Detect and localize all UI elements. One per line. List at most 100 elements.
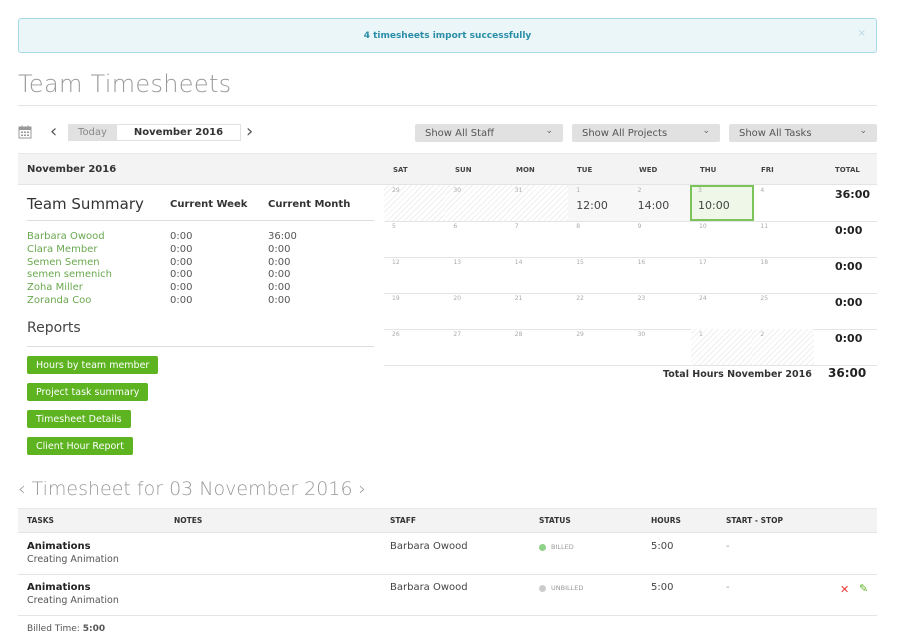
day-of-week-header: MON bbox=[516, 166, 535, 174]
calendar-day[interactable]: 1 bbox=[691, 329, 753, 365]
calendar-day[interactable]: 6 bbox=[445, 221, 507, 257]
team-member-link[interactable]: Semen Semen bbox=[27, 257, 100, 268]
edit-pencil-icon[interactable]: ✎ bbox=[859, 582, 868, 595]
chevron-down-icon: ⌄ bbox=[859, 126, 867, 136]
day-number: 21 bbox=[514, 295, 523, 302]
day-number: 1 bbox=[699, 331, 703, 338]
next-month-button[interactable]: › bbox=[246, 121, 253, 142]
calendar-day[interactable]: 22 bbox=[568, 293, 630, 329]
client-hour-report-button[interactable]: Client Hour Report bbox=[27, 437, 133, 455]
calendar-day[interactable]: 13 bbox=[445, 257, 507, 293]
current-month-header: Current Month bbox=[268, 199, 351, 210]
calendar-day[interactable]: 30 bbox=[445, 185, 508, 221]
day-number: 17 bbox=[699, 259, 707, 266]
calendar-day[interactable]: 14 bbox=[507, 257, 569, 293]
calendar-day[interactable]: 4 bbox=[752, 185, 814, 221]
day-number: 11 bbox=[760, 223, 769, 230]
delete-icon[interactable]: ✕ bbox=[840, 583, 849, 596]
calendar-day[interactable]: 16 bbox=[630, 257, 692, 293]
staff-name: Barbara Owood bbox=[390, 541, 468, 552]
calendar-day[interactable]: 10 bbox=[691, 221, 753, 257]
day-number: 9 bbox=[637, 223, 642, 230]
calendar-day[interactable]: 7 bbox=[507, 221, 569, 257]
subtask-name: Creating Animation bbox=[27, 595, 119, 606]
alert-message: 4 timesheets import successfully bbox=[363, 30, 532, 41]
day-number: 7 bbox=[514, 223, 519, 230]
tasks-filter-select[interactable]: Show All Tasks ⌄ bbox=[729, 124, 877, 142]
calendar-day[interactable]: 17 bbox=[691, 257, 753, 293]
prev-day-button[interactable]: ‹ bbox=[18, 478, 26, 500]
total-column-header: TOTAL bbox=[835, 166, 860, 174]
today-button[interactable]: Today bbox=[68, 124, 117, 141]
calendar-day[interactable]: 24 bbox=[691, 293, 753, 329]
current-month-field[interactable]: November 2016 bbox=[117, 124, 241, 141]
calendar-day[interactable]: 19 bbox=[384, 293, 446, 329]
calendar-day[interactable]: 15 bbox=[568, 257, 630, 293]
col-tasks: TASKS bbox=[27, 516, 54, 525]
day-number: 25 bbox=[760, 295, 769, 302]
day-of-week-header: SAT bbox=[393, 166, 408, 174]
row-divider bbox=[18, 615, 877, 616]
next-day-button[interactable]: › bbox=[359, 478, 367, 500]
day-number: 19 bbox=[392, 295, 400, 302]
calendar-icon[interactable] bbox=[18, 125, 32, 139]
calendar-day-selected[interactable]: 3 10:00 bbox=[690, 185, 754, 221]
team-member-link[interactable]: Clara Member bbox=[27, 244, 97, 255]
calendar-day[interactable]: 9 bbox=[630, 221, 692, 257]
task-name: Animations bbox=[27, 582, 91, 593]
calendar-day[interactable]: 12 bbox=[384, 257, 446, 293]
projects-filter-select[interactable]: Show All Projects ⌄ bbox=[572, 124, 720, 142]
prev-month-button[interactable]: ‹ bbox=[50, 121, 57, 142]
reports-divider bbox=[27, 346, 374, 347]
calendar-day[interactable]: 18 bbox=[752, 257, 814, 293]
member-week-hours: 0:00 bbox=[170, 269, 193, 281]
timesheet-details-button[interactable]: Timesheet Details bbox=[27, 410, 131, 428]
day-number: 27 bbox=[453, 331, 462, 338]
calendar-day[interactable]: 21 bbox=[507, 293, 569, 329]
calendar-day[interactable]: 28 bbox=[507, 329, 569, 365]
col-start-stop: START - STOP bbox=[726, 516, 784, 525]
calendar-day[interactable]: 31 bbox=[506, 185, 569, 221]
team-member-link[interactable]: Zoha Miller bbox=[27, 282, 83, 293]
staff-filter-label: Show All Staff bbox=[425, 127, 495, 139]
status-label: BILLED bbox=[551, 543, 574, 551]
calendar-day[interactable]: 29 bbox=[384, 185, 446, 221]
start-stop-value: - bbox=[726, 541, 730, 552]
day-number: 14 bbox=[514, 259, 523, 266]
calendar-day[interactable]: 11 bbox=[752, 221, 814, 257]
col-hours: HOURS bbox=[651, 516, 681, 525]
subtask-name: Creating Animation bbox=[27, 554, 119, 565]
hours-by-team-member-button[interactable]: Hours by team member bbox=[27, 356, 159, 374]
status-dot bbox=[539, 543, 546, 551]
calendar-day[interactable]: 5 bbox=[384, 221, 446, 257]
team-summary-title: Team Summary bbox=[27, 195, 144, 213]
calendar-day[interactable]: 2 14:00 bbox=[629, 185, 692, 221]
calendar-day[interactable]: 27 bbox=[445, 329, 507, 365]
week-total: 0:00 bbox=[835, 296, 863, 309]
page-title: Team Timesheets bbox=[18, 70, 232, 98]
member-month-hours: 0:00 bbox=[268, 243, 291, 255]
calendar-day[interactable]: 8 bbox=[568, 221, 630, 257]
calendar-day[interactable]: 30 bbox=[630, 329, 692, 365]
calendar-day[interactable]: 20 bbox=[445, 293, 507, 329]
day-of-week-header: WED bbox=[639, 166, 658, 174]
day-of-week-header: TUE bbox=[577, 166, 593, 174]
calendar-day[interactable]: 23 bbox=[630, 293, 692, 329]
day-number: 23 bbox=[637, 295, 646, 302]
project-task-summary-button[interactable]: Project task summary bbox=[27, 383, 149, 401]
calendar-day[interactable]: 29 bbox=[568, 329, 630, 365]
team-member-link[interactable]: Zoranda Coo bbox=[27, 295, 91, 306]
calendar-day[interactable]: 1 12:00 bbox=[568, 185, 631, 221]
day-number: 20 bbox=[453, 295, 462, 302]
team-member-link[interactable]: semen semenich bbox=[27, 269, 112, 280]
calendar-day[interactable]: 26 bbox=[384, 329, 446, 365]
member-month-hours: 0:00 bbox=[268, 269, 291, 281]
close-icon[interactable]: × bbox=[858, 28, 866, 39]
day-number: 2 bbox=[637, 187, 642, 194]
team-member-link[interactable]: Barbara Owood bbox=[27, 231, 105, 242]
member-week-hours: 0:00 bbox=[170, 282, 193, 294]
calendar-day[interactable]: 2 bbox=[752, 329, 815, 365]
staff-filter-select[interactable]: Show All Staff ⌄ bbox=[415, 124, 563, 142]
calendar-day[interactable]: 25 bbox=[752, 293, 814, 329]
title-divider bbox=[18, 105, 877, 106]
